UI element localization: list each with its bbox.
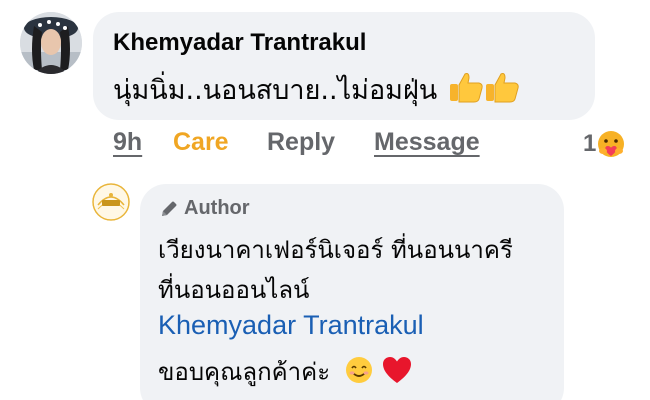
message-button[interactable]: Message	[374, 128, 480, 157]
pencil-icon	[162, 201, 177, 216]
mention-link[interactable]: Khemyadar Trantrakul	[158, 310, 424, 341]
shop-logo	[92, 183, 130, 221]
timestamp-link[interactable]: 9h	[113, 128, 142, 157]
smiling-face-icon	[345, 357, 372, 383]
comment-thread: Khemyadar Trantrakul นุ่มนิ่ม..นอนสบาย..…	[0, 0, 650, 400]
comment-bubble: Khemyadar Trantrakul นุ่มนิ่ม..นอนสบาย..…	[93, 12, 595, 120]
profile-photo	[20, 12, 82, 74]
care-reaction-icon	[598, 131, 625, 157]
reply-text-line-2: ที่นอนออนไลน์	[158, 276, 310, 304]
avatar[interactable]	[20, 12, 82, 74]
thumbs-up-icon	[449, 73, 483, 103]
reply-text-line-4: ขอบคุณลูกค้าค่ะ	[158, 352, 413, 391]
page-avatar[interactable]	[92, 183, 130, 221]
comment-text-row: นุ่มนิ่ม..นอนสบาย..ไม่อมฝุ่น	[113, 68, 520, 111]
thumbs-up-icon	[485, 73, 519, 103]
reaction-summary[interactable]: 1	[583, 128, 626, 160]
red-heart-icon	[383, 357, 412, 383]
reply-text-line-1: เวียงนาคาเฟอร์นิเจอร์ ที่นอนนาครี	[158, 236, 513, 264]
reply-bubble: Author เวียงนาคาเฟอร์นิเจอร์ ที่นอนนาครี…	[140, 184, 564, 400]
author-badge-label: Author	[184, 197, 250, 219]
commenter-name[interactable]: Khemyadar Trantrakul	[113, 29, 366, 57]
reply-button[interactable]: Reply	[267, 128, 335, 157]
reply-thanks-text: ขอบคุณลูกค้าค่ะ	[158, 358, 331, 386]
care-reaction-button[interactable]: Care	[173, 128, 229, 157]
thumbs-up-emoji-icon	[448, 71, 520, 103]
reaction-count: 1	[583, 130, 597, 157]
comment-text: นุ่มนิ่ม..นอนสบาย..ไม่อมฝุ่น	[113, 75, 438, 106]
author-badge: Author	[160, 197, 250, 220]
